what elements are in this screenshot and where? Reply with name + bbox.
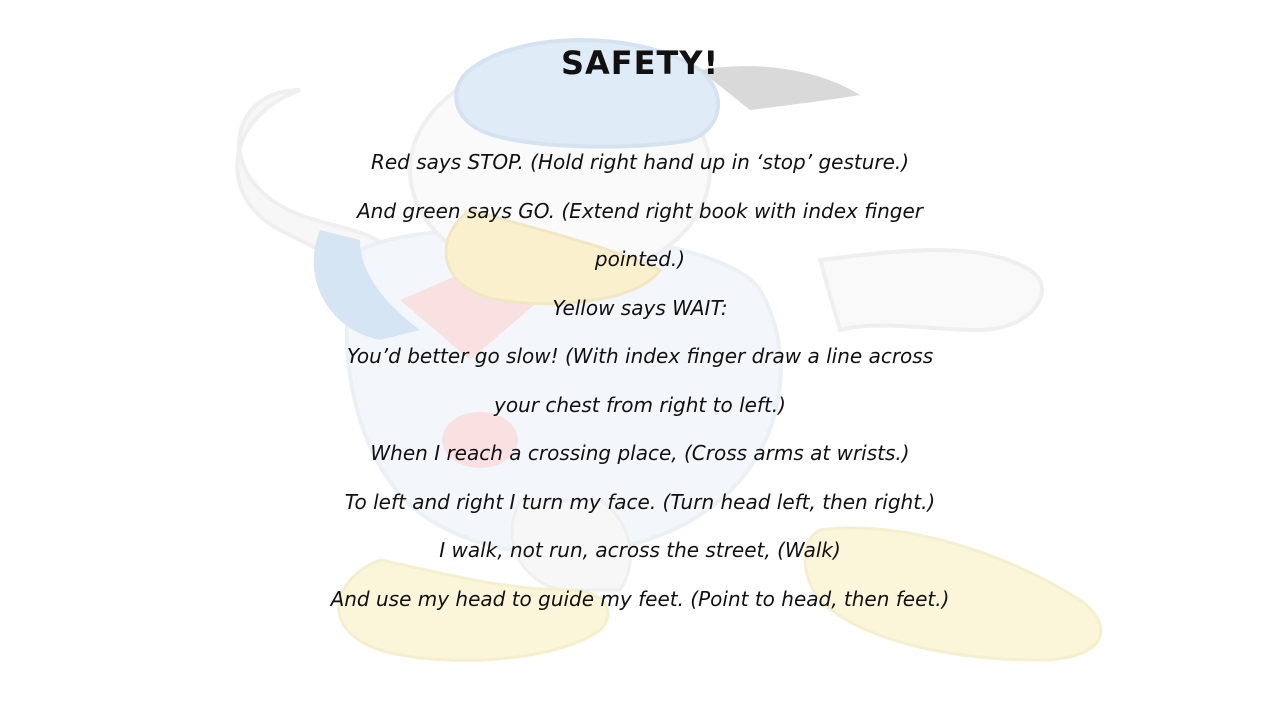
poem-line: And use my head to guide my feet. (Point… — [330, 586, 950, 611]
slide-title: SAFETY! — [560, 44, 720, 82]
poem-line: Red says STOP. (Hold right hand up in ‘s… — [370, 150, 910, 174]
slide-content: SAFETY! Red says STOP. (Hold right hand … — [0, 0, 1280, 720]
poem-line: To left and right I turn my face. (Turn … — [344, 489, 936, 514]
poem-line: Yellow says WAIT: — [552, 295, 728, 320]
slide: SAFETY! Red says STOP. (Hold right hand … — [0, 0, 1280, 720]
poem-line: I walk, not run, across the street, (Wal… — [439, 538, 841, 562]
poem-line: pointed.) — [594, 247, 686, 271]
poem-line: You’d better go slow! (With index finger… — [346, 344, 934, 368]
poem-line: your chest from right to left.) — [494, 392, 786, 417]
poem-line: When I reach a crossing place, (Cross ar… — [370, 441, 910, 465]
poem-lines: Red says STOP. (Hold right hand up in ‘s… — [0, 138, 1280, 623]
poem-line: And green says GO. (Extend right book wi… — [356, 198, 924, 223]
